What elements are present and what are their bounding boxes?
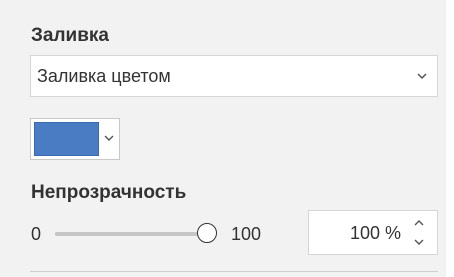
opacity-spinner-value[interactable]: 100 % [350, 222, 401, 244]
fill-type-select[interactable]: Заливка цветом [30, 55, 438, 97]
fill-color-picker[interactable] [30, 118, 120, 160]
panel-edge [446, 0, 454, 277]
opacity-slider-thumb[interactable] [197, 223, 217, 243]
fill-settings-panel: Заливка Заливка цветом Непрозрачность 0 … [0, 0, 446, 277]
section-divider [30, 271, 438, 272]
opacity-slider-max-label: 100 [231, 224, 262, 244]
chevron-down-icon[interactable] [103, 132, 115, 144]
chevron-down-icon [415, 69, 429, 83]
chevron-down-icon[interactable] [412, 235, 426, 249]
opacity-spinner[interactable]: 100 % [308, 210, 438, 255]
fill-section-title: Заливка [31, 25, 109, 46]
fill-type-selected-value: Заливка цветом [37, 66, 171, 86]
chevron-up-icon[interactable] [412, 216, 426, 230]
opacity-slider-track[interactable] [55, 232, 205, 236]
fill-color-swatch[interactable] [34, 122, 99, 156]
opacity-slider-fill [55, 232, 205, 236]
opacity-slider-min-label: 0 [31, 224, 42, 244]
opacity-section-title: Непрозрачность [31, 182, 187, 203]
